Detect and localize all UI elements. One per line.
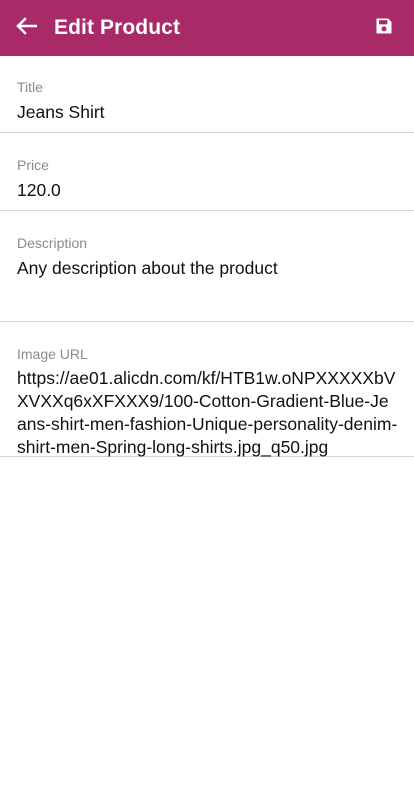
arrow-left-icon [15,16,38,40]
title-input[interactable]: Jeans Shirt [17,100,398,124]
title-label: Title [17,79,43,95]
image-url-label: Image URL [17,346,88,362]
save-button[interactable] [372,16,396,40]
price-input[interactable]: 120.0 [17,178,398,202]
page-title: Edit Product [54,16,181,39]
save-icon [374,16,394,41]
back-button[interactable] [12,14,40,42]
app-bar: Edit Product [0,0,414,56]
image-url-field[interactable]: Image URL https://ae01.alicdn.com/kf/HTB… [0,322,414,457]
price-field[interactable]: Price 120.0 [0,133,414,211]
price-label: Price [17,157,49,173]
description-input[interactable]: Any description about the product [17,256,398,280]
title-field[interactable]: Title Jeans Shirt [0,56,414,133]
description-field[interactable]: Description Any description about the pr… [0,211,414,322]
image-url-input[interactable]: https://ae01.alicdn.com/kf/HTB1w.oNPXXXX… [17,367,398,459]
description-label: Description [17,235,88,251]
